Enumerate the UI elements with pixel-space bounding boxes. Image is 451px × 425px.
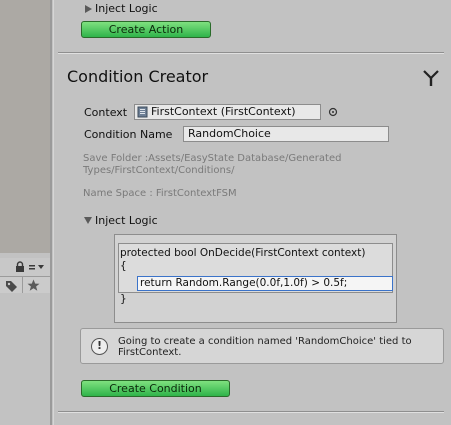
code-close-brace: } (120, 293, 127, 305)
fork-icon[interactable] (421, 68, 441, 88)
panel-divider-highlight (53, 0, 54, 425)
info-line2: FirstContext. (118, 347, 182, 358)
context-field[interactable]: FirstContext (FirstContext) (134, 104, 321, 120)
star-icon[interactable] (27, 279, 40, 292)
info-helpbox: ! Going to create a condition named 'Ran… (80, 328, 444, 364)
condition-name-label: Condition Name (84, 128, 173, 141)
create-condition-button[interactable]: Create Condition (81, 380, 230, 397)
condition-creator-title: Condition Creator (67, 67, 209, 86)
code-open-brace: { (120, 260, 127, 272)
context-label: Context (84, 106, 128, 119)
name-space-text: Name Space : FirstContextFSM (83, 188, 237, 199)
info-icon: ! (91, 338, 108, 355)
inject-logic-label[interactable]: Inject Logic (95, 214, 158, 227)
condition-name-input[interactable]: RandomChoice (183, 126, 389, 142)
left-panel-list (0, 293, 50, 425)
left-panel-tabs (0, 276, 50, 294)
tag-icon[interactable] (5, 279, 18, 292)
script-icon (137, 106, 148, 118)
object-picker-icon[interactable] (328, 107, 338, 117)
context-value: FirstContext (FirstContext) (151, 105, 296, 118)
code-signature: protected bool OnDecide(FirstContext con… (120, 247, 366, 259)
lock-icon[interactable] (14, 261, 26, 273)
create-action-button[interactable]: Create Action (81, 21, 211, 38)
left-panel-toolbar (0, 258, 50, 276)
code-body-input[interactable]: return Random.Range(0.0f,1.0f) > 0.5f; (137, 276, 393, 291)
menu-icon[interactable] (29, 262, 45, 272)
inject-logic-expanded-arrow-icon[interactable] (84, 217, 92, 224)
save-folder-line2: Types/FirstContext/Conditions/ (83, 165, 235, 176)
left-panel-view (0, 0, 51, 253)
panel-divider[interactable] (50, 0, 52, 425)
inject-logic-foldout-arrow-icon[interactable] (85, 5, 92, 13)
save-folder-line1: Save Folder :Assets/EasyState Database/G… (83, 153, 342, 164)
top-inject-logic-label[interactable]: Inject Logic (95, 2, 158, 15)
